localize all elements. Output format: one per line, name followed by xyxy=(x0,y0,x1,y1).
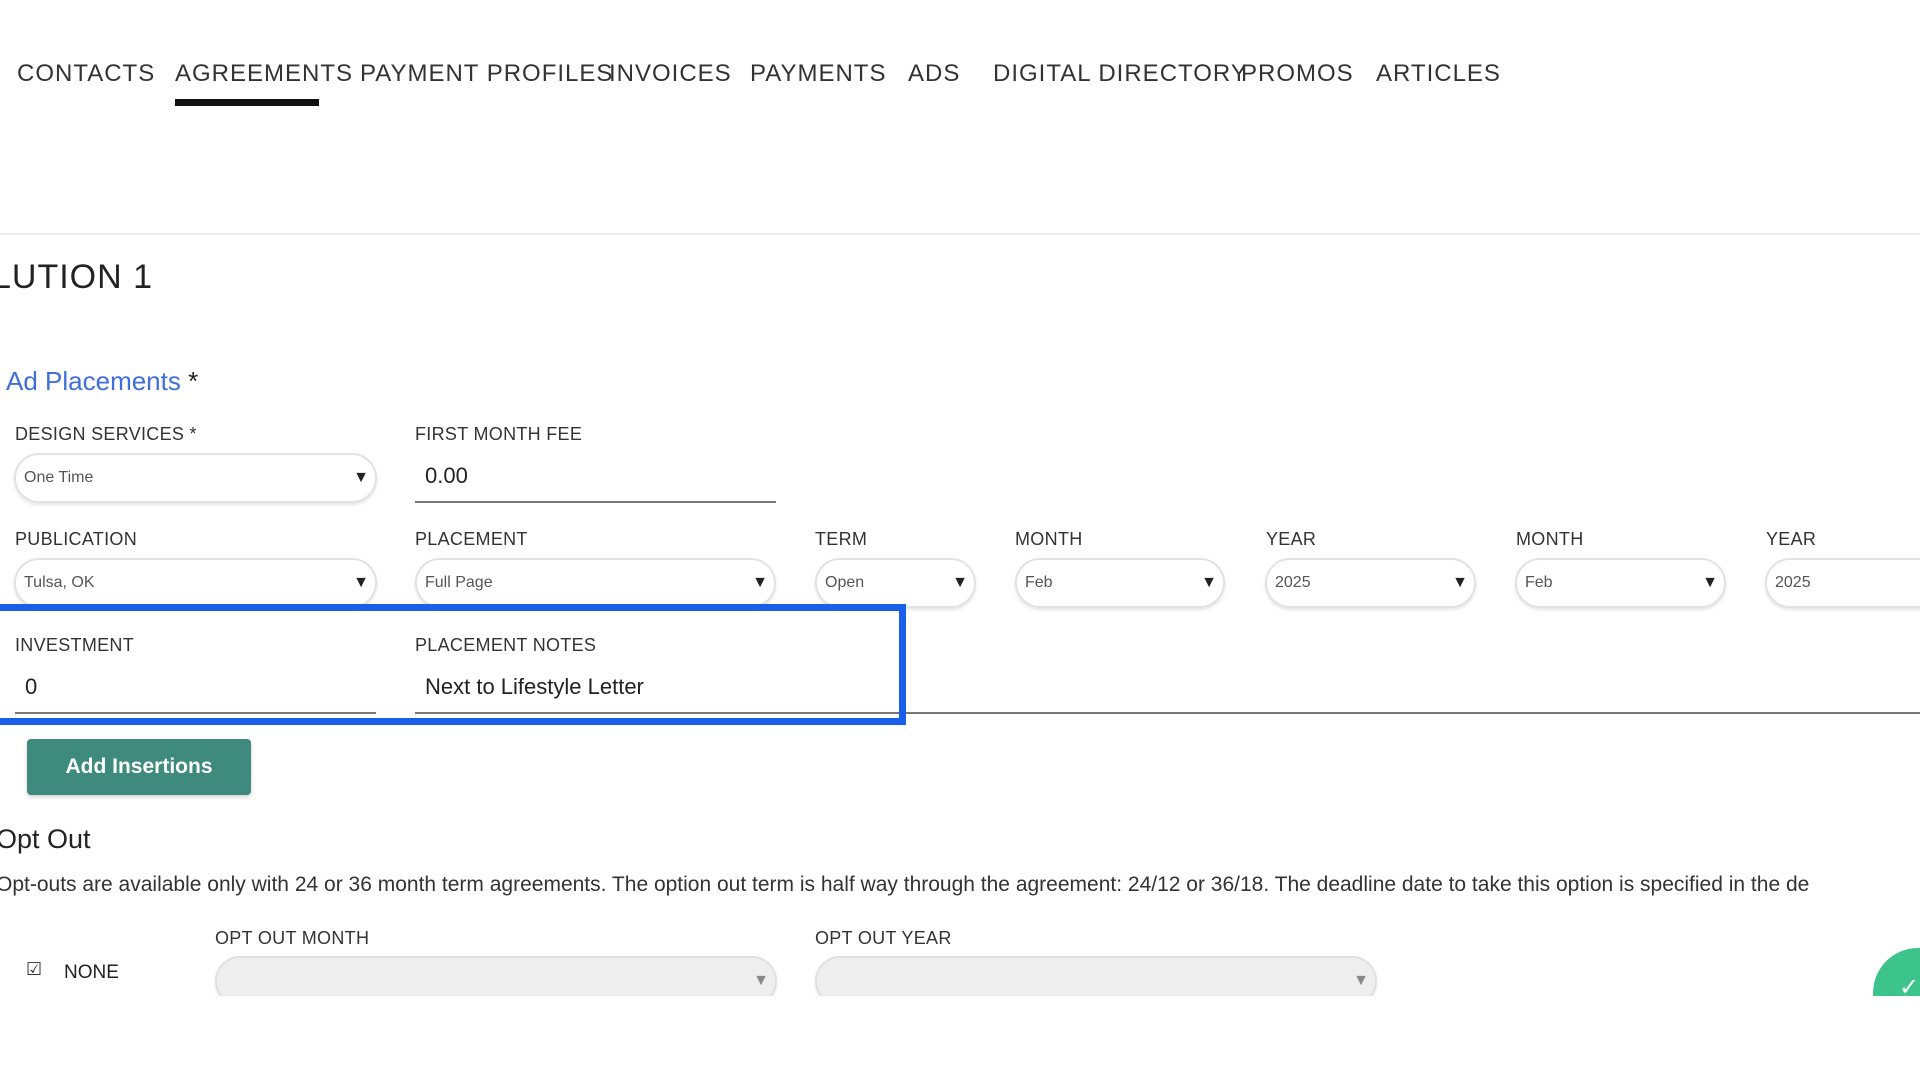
start-year-value: 2025 xyxy=(1275,574,1311,591)
opt-out-month-label: OPT OUT MONTH xyxy=(215,928,370,948)
investment-input[interactable]: 0 xyxy=(15,664,376,714)
end-year-select[interactable]: 2025 xyxy=(1765,558,1920,608)
first-month-fee-label: FIRST MONTH FEE xyxy=(415,424,583,444)
investment-label: INVESTMENT xyxy=(15,635,135,655)
caret-down-icon: ▼ xyxy=(353,469,369,486)
tab-contacts[interactable]: CONTACTS xyxy=(17,60,155,88)
caret-down-icon: ▼ xyxy=(1702,574,1718,591)
caret-down-icon: ▼ xyxy=(753,972,769,989)
start-month-select[interactable]: Feb ▼ xyxy=(1015,558,1225,608)
agreement-page: CONTACTS AGREEMENTS PAYMENT PROFILES INV… xyxy=(0,0,1920,1080)
checkbox-checked-icon[interactable]: ☑ xyxy=(26,960,44,978)
first-month-fee-input[interactable]: 0.00 xyxy=(415,453,776,503)
tab-invoices[interactable]: INVOICES xyxy=(609,60,732,88)
active-tab-indicator xyxy=(175,99,319,106)
placement-notes-input[interactable]: Next to Lifestyle Letter xyxy=(415,664,1920,714)
end-month-value: Feb xyxy=(1525,574,1553,591)
end-year-value: 2025 xyxy=(1775,574,1811,591)
first-month-fee-value: 0.00 xyxy=(425,463,468,488)
caret-down-icon: ▼ xyxy=(1201,574,1217,591)
end-month-label: MONTH xyxy=(1516,529,1584,549)
design-services-select[interactable]: One Time ▼ xyxy=(14,453,377,503)
opt-out-year-label: OPT OUT YEAR xyxy=(815,928,952,948)
investment-value: 0 xyxy=(25,674,38,699)
header-divider xyxy=(0,233,1920,235)
opt-out-heading: Opt Out xyxy=(0,824,91,854)
opt-out-description: Opt-outs are available only with 24 or 3… xyxy=(0,873,1810,896)
placement-notes-label: PLACEMENT NOTES xyxy=(415,635,597,655)
term-value: Open xyxy=(825,574,865,591)
tab-ads[interactable]: ADS xyxy=(908,60,960,88)
placement-select[interactable]: Full Page ▼ xyxy=(415,558,776,608)
tab-payment-profiles[interactable]: PAYMENT PROFILES xyxy=(360,60,613,88)
caret-down-icon: ▼ xyxy=(1353,972,1369,989)
caret-down-icon: ▼ xyxy=(952,574,968,591)
publication-value: Tulsa, OK xyxy=(24,574,95,591)
publication-select[interactable]: Tulsa, OK ▼ xyxy=(14,558,377,608)
viewport-bottom xyxy=(0,996,1920,1080)
design-services-value: One Time xyxy=(24,469,94,486)
caret-down-icon: ▼ xyxy=(353,574,369,591)
caret-down-icon: ▼ xyxy=(752,574,768,591)
term-select[interactable]: Open ▼ xyxy=(815,558,976,608)
tab-articles[interactable]: ARTICLES xyxy=(1376,60,1501,88)
start-year-select[interactable]: 2025 ▼ xyxy=(1265,558,1476,608)
tab-digital-directory[interactable]: DIGITAL DIRECTORY xyxy=(993,60,1248,88)
design-services-label: DESIGN SERVICES * xyxy=(15,424,197,444)
start-year-label: YEAR xyxy=(1266,529,1317,549)
start-month-label: MONTH xyxy=(1015,529,1083,549)
tab-payments[interactable]: PAYMENTS xyxy=(750,60,886,88)
ad-placements-heading[interactable]: Ad Placements * xyxy=(6,366,198,397)
tab-promos[interactable]: PROMOS xyxy=(1241,60,1354,88)
ad-placements-label[interactable]: Ad Placements xyxy=(6,366,181,396)
placement-value: Full Page xyxy=(425,574,493,591)
term-label: TERM xyxy=(815,529,868,549)
add-insertions-button[interactable]: Add Insertions xyxy=(27,739,251,795)
page-title: LUTION 1 xyxy=(0,258,154,296)
caret-down-icon: ▼ xyxy=(1452,574,1468,591)
none-option-label[interactable]: NONE xyxy=(64,962,119,984)
tab-bar: CONTACTS AGREEMENTS PAYMENT PROFILES INV… xyxy=(0,0,1920,110)
start-month-value: Feb xyxy=(1025,574,1053,591)
end-year-label: YEAR xyxy=(1766,529,1817,549)
end-month-select[interactable]: Feb ▼ xyxy=(1515,558,1726,608)
tab-agreements[interactable]: AGREEMENTS xyxy=(175,60,353,88)
required-mark: * xyxy=(188,366,199,396)
placement-label: PLACEMENT xyxy=(415,529,528,549)
publication-label: PUBLICATION xyxy=(15,529,137,549)
placement-notes-value: Next to Lifestyle Letter xyxy=(425,674,644,699)
